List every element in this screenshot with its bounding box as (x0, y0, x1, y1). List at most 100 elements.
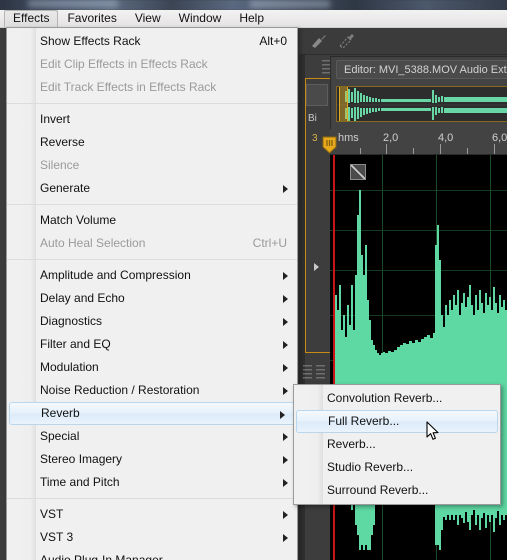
menu-item-label: Time and Pitch (40, 475, 120, 489)
menu-item-label: Stereo Imagery (40, 452, 123, 466)
menubar-item-view[interactable]: View (126, 10, 170, 28)
menu-item-shortcut: Alt+0 (259, 34, 287, 48)
submenu-arrow-icon (283, 185, 288, 193)
submenu-item-reverb[interactable]: Reverb... (294, 433, 500, 456)
reverb-submenu: Convolution Reverb... Full Reverb... Rever… (293, 384, 501, 505)
ruler-label-2: 4,0 (438, 132, 454, 144)
menu-item-label: Delay and Echo (40, 291, 125, 305)
submenu-arrow-icon (283, 364, 288, 372)
menu-item-label: Show Effects Rack (40, 34, 141, 48)
menu-item-label: VST (40, 507, 64, 521)
playhead-marker-icon[interactable] (322, 136, 337, 154)
menu-item-stereo-imagery[interactable]: Stereo Imagery (7, 448, 297, 471)
menu-item-label: Audio Plug-In Manager... (40, 553, 173, 560)
editor-tab-title[interactable]: Editor: MVI_5388.MOV Audio Extra (336, 60, 507, 79)
menu-item-invert[interactable]: Invert (7, 108, 297, 131)
ruler-label-1: 2,0 (383, 132, 399, 144)
menu-item-time-and-pitch[interactable]: Time and Pitch (7, 471, 297, 494)
submenu-arrow-icon (283, 295, 288, 303)
menu-bar: Effects Favorites View Window Help (0, 9, 507, 28)
menu-item-label: Silence (40, 158, 80, 172)
menu-item-modulation[interactable]: Modulation (7, 356, 297, 379)
menu-item-reverse[interactable]: Reverse (7, 131, 297, 154)
menu-item-label: VST 3 (40, 530, 74, 544)
menu-item-label: Amplitude and Compression (40, 268, 191, 282)
menu-item-label: Filter and EQ (40, 337, 111, 351)
menu-item-shortcut: Ctrl+U (252, 236, 287, 250)
submenu-arrow-icon (283, 479, 288, 487)
spot-healing-brush-tool-icon[interactable] (336, 31, 358, 51)
menu-item-generate[interactable]: Generate (7, 177, 297, 200)
selection-handle-icon[interactable] (350, 164, 366, 180)
submenu-arrow-icon (283, 456, 288, 464)
submenu-arrow-icon (283, 511, 288, 519)
ruler-label-3: 6,0 (492, 132, 507, 144)
submenu-item-label: Full Reverb... (328, 414, 400, 428)
menu-item-edit-track-effects-in-effects-rack: Edit Track Effects in Effects Rack (7, 76, 297, 99)
window-title-bar (0, 0, 507, 10)
menu-separator (7, 103, 297, 104)
menu-item-label: Edit Clip Effects in Effects Rack (40, 57, 208, 71)
panel-grip-2[interactable] (316, 365, 325, 381)
menu-item-label: Reverse (40, 135, 85, 149)
menu-item-vst[interactable]: VST (7, 503, 297, 526)
tools-toolbar (300, 27, 507, 55)
menu-item-auto-heal-selection: Auto Heal Selection Ctrl+U (7, 232, 297, 255)
submenu-arrow-icon (283, 318, 288, 326)
submenu-arrow-icon (280, 411, 285, 419)
submenu-item-label: Reverb... (327, 437, 376, 451)
submenu-item-convolution-reverb[interactable]: Convolution Reverb... (294, 387, 500, 410)
menu-item-label: Match Volume (40, 213, 117, 227)
menubar-item-help[interactable]: Help (230, 10, 273, 28)
ruler-label-0: hms (338, 132, 359, 144)
submenu-arrow-icon (283, 433, 288, 441)
submenu-arrow-icon (283, 341, 288, 349)
menu-item-label: Invert (40, 112, 71, 126)
menu-item-match-volume[interactable]: Match Volume (7, 209, 297, 232)
menu-item-label: Modulation (40, 360, 99, 374)
effects-dropdown-menu: Show Effects Rack Alt+0 Edit Clip Effects … (6, 27, 298, 560)
menu-item-label: Edit Track Effects in Effects Rack (40, 80, 217, 94)
menu-item-label: Special (40, 429, 80, 443)
submenu-item-label: Convolution Reverb... (327, 391, 443, 405)
overview-waveform-graphic (337, 87, 507, 121)
value-label: 3 (312, 133, 318, 144)
menu-separator (7, 259, 297, 260)
bit-depth-label: Bi (308, 113, 317, 124)
menu-item-label: Diagnostics (40, 314, 103, 328)
submenu-item-full-reverb[interactable]: Full Reverb... (296, 410, 498, 433)
submenu-arrow-icon (283, 387, 288, 395)
menu-item-noise-reduction-restoration[interactable]: Noise Reduction / Restoration (7, 379, 297, 402)
menu-item-show-effects-rack[interactable]: Show Effects Rack Alt+0 (7, 30, 297, 53)
brush-tool-icon[interactable] (308, 31, 330, 51)
timeline-ruler[interactable]: hms 2,0 4,0 6,0 (330, 129, 507, 155)
expand-arrow-icon[interactable] (314, 263, 319, 271)
menu-item-reverb[interactable]: Reverb (9, 402, 295, 425)
menu-item-label: Noise Reduction / Restoration (40, 383, 200, 397)
submenu-item-label: Studio Reverb... (327, 460, 414, 474)
menu-item-label: Reverb (41, 406, 80, 420)
screen: Bi 3 a Ty Editor: MVI_5388.MOV Audio Ext… (0, 0, 507, 560)
menu-item-diagnostics[interactable]: Diagnostics (7, 310, 297, 333)
submenu-item-surround-reverb[interactable]: Surround Reverb... (294, 479, 500, 502)
menu-item-delay-and-echo[interactable]: Delay and Echo (7, 287, 297, 310)
submenu-arrow-icon (283, 272, 288, 280)
menu-item-vst-3[interactable]: VST 3 (7, 526, 297, 549)
submenu-arrow-icon (283, 534, 288, 542)
menubar-item-effects[interactable]: Effects (4, 9, 59, 28)
menu-item-filter-and-eq[interactable]: Filter and EQ (7, 333, 297, 356)
menubar-item-window[interactable]: Window (170, 10, 231, 28)
menu-item-silence: Silence (7, 154, 297, 177)
panel-grip-1[interactable] (303, 365, 312, 381)
menu-item-label: Auto Heal Selection (40, 236, 146, 250)
menu-separator (7, 498, 297, 499)
menu-item-special[interactable]: Special (7, 425, 297, 448)
submenu-item-label: Surround Reverb... (327, 483, 429, 497)
menu-item-amplitude-and-compression[interactable]: Amplitude and Compression (7, 264, 297, 287)
overview-selection-range[interactable] (339, 87, 348, 121)
submenu-item-studio-reverb[interactable]: Studio Reverb... (294, 456, 500, 479)
menu-item-audio-plug-in-manager[interactable]: Audio Plug-In Manager... (7, 549, 297, 560)
menu-item-label: Generate (40, 181, 91, 195)
menubar-item-favorites[interactable]: Favorites (58, 10, 125, 28)
waveform-overview[interactable] (336, 86, 507, 122)
